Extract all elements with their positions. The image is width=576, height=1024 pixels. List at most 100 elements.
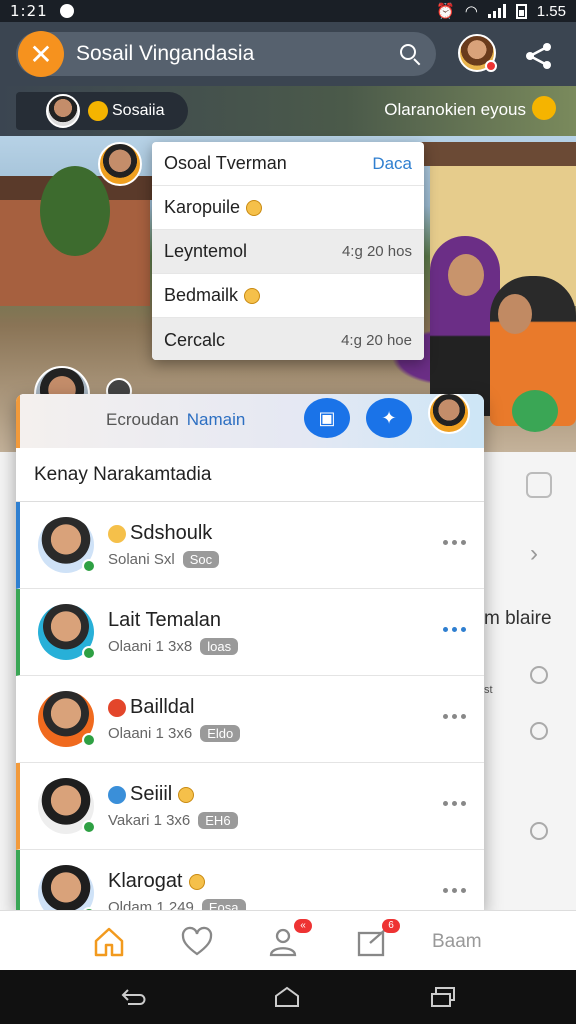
dropdown-item-label: Osoal Tverman (164, 153, 287, 173)
online-indicator (82, 733, 96, 747)
strip-right-text[interactable]: Olaranokien eyous (384, 100, 526, 120)
status-bar: 1:21 ⏰ ◠ 1.55 (0, 0, 576, 22)
status-clock-right: 1.55 (536, 2, 566, 20)
battery-icon (515, 3, 527, 19)
contact-row[interactable]: Lait Temalan Olaani 1 3x8 loas (16, 589, 484, 676)
contact-tag: Eldo (200, 725, 241, 742)
heart-icon[interactable] (180, 925, 214, 959)
edit-icon[interactable] (526, 472, 552, 498)
online-indicator (82, 646, 96, 660)
group-button[interactable]: ✦ (366, 398, 412, 438)
coin-icon (88, 101, 108, 121)
contact-detail: Oldam 1 249 (108, 899, 194, 910)
header-title: Sosail Vingandasia (76, 42, 255, 65)
contacts-icon[interactable]: « (268, 919, 312, 959)
contact-avatar (38, 517, 96, 573)
back-icon[interactable] (120, 986, 146, 1008)
share-icon[interactable] (524, 42, 554, 70)
contact-avatar (38, 691, 96, 747)
emoji-icon (246, 199, 263, 216)
contact-name: Bailldal (130, 696, 195, 718)
dropdown-item-label: Karopuile (164, 197, 241, 217)
emoji-icon (178, 786, 195, 803)
app-header: ✕ Sosail Vingandasia (0, 22, 576, 86)
nav-label[interactable]: Baam (432, 931, 482, 953)
background-page-left (0, 452, 16, 910)
emoji-icon (108, 524, 126, 543)
search-icon[interactable] (486, 472, 512, 498)
dropdown-item-meta[interactable]: Daca (372, 154, 412, 174)
alarm-icon: ⏰ (436, 3, 455, 20)
system-navigation (0, 970, 576, 1024)
home-icon[interactable] (92, 925, 126, 959)
emoji-icon (244, 287, 261, 304)
panel-header-link[interactable]: Namain (187, 410, 246, 429)
group-chip[interactable]: Sosaiia (16, 92, 188, 130)
contact-avatar (38, 865, 96, 910)
background-text: m blaire (484, 608, 552, 629)
lightbulb-icon[interactable] (532, 96, 556, 120)
panel-subheading: Kenay Narakamtadia (16, 448, 484, 502)
close-button[interactable]: ✕ (18, 31, 64, 77)
contact-row[interactable]: Seiiil Vakari 1 3x6 EH6 (16, 763, 484, 850)
message-button[interactable]: ▣ (304, 398, 350, 438)
status-time: 1:21 (10, 2, 48, 20)
chevron-right-icon[interactable]: › (530, 540, 538, 568)
online-indicator (82, 820, 96, 834)
info-icon[interactable] (530, 722, 548, 740)
search-icon[interactable] (398, 42, 422, 66)
contact-row[interactable]: Sdshoulk Solani Sxl Soc (16, 502, 484, 589)
dropdown-item-label: Bedmailk (164, 285, 239, 305)
more-options-icon[interactable] (443, 714, 466, 719)
chip-avatar (46, 94, 80, 128)
background-page: › m blaire st (484, 452, 576, 910)
search-bar[interactable]: ✕ Sosail Vingandasia (16, 31, 436, 77)
notification-icon (59, 4, 74, 18)
contact-tag: EH6 (198, 812, 238, 829)
dropdown-item[interactable]: Osoal Tverman Daca (152, 142, 424, 186)
profile-avatar[interactable] (458, 34, 497, 72)
contact-row[interactable]: Bailldal Olaani 1 3x6 Eldo (16, 676, 484, 763)
panel-header: Ecroudan Namain ▣ ✦ (16, 394, 484, 448)
recents-icon[interactable] (430, 986, 456, 1008)
contact-row[interactable]: Klarogat Oldam 1 249 Eosa (16, 850, 484, 910)
emoji-icon (108, 698, 126, 717)
contacts-panel: Ecroudan Namain ▣ ✦ Kenay Narakamtadia Sd… (16, 394, 484, 910)
notification-badge: 6 (382, 919, 400, 933)
more-options-icon[interactable] (443, 627, 466, 632)
chip-label: Sosaiia (112, 102, 165, 119)
contact-avatar (38, 604, 96, 660)
header-avatar[interactable] (428, 394, 470, 434)
emoji-icon (108, 785, 126, 804)
dropdown-item[interactable]: Cercalc 4:g 20 hoe (152, 318, 424, 360)
contact-detail: Olaani 1 3x6 (108, 725, 193, 742)
contact-tag: loas (200, 638, 239, 655)
inbox-icon[interactable]: 6 (356, 919, 400, 959)
contact-name: Sdshoulk (130, 522, 213, 544)
wifi-icon: ◠ (464, 3, 478, 20)
signal-icon (487, 4, 506, 18)
contact-detail: Vakari 1 3x6 (108, 812, 191, 829)
dropdown-item[interactable]: Leyntemol 4:g 20 hos (152, 230, 424, 274)
contact-tag: Soc (182, 551, 220, 568)
dropdown-item[interactable]: Bedmailk (152, 274, 424, 318)
contact-name: Klarogat (108, 870, 183, 892)
more-options-icon[interactable] (443, 888, 466, 893)
notification-dot (485, 60, 497, 72)
info-icon[interactable] (530, 666, 548, 684)
notification-badge: « (294, 919, 312, 933)
home-button-icon[interactable] (274, 986, 300, 1008)
contact-detail: Solani Sxl (108, 551, 175, 568)
dropdown-item[interactable]: Karopuile (152, 186, 424, 230)
contact-avatar (38, 778, 96, 834)
send-button[interactable] (512, 390, 558, 432)
contact-name: Lait Temalan (108, 609, 222, 631)
more-options-icon[interactable] (443, 540, 466, 545)
contact-tag: Eosa (201, 899, 246, 910)
online-indicator (82, 559, 96, 573)
info-icon[interactable] (530, 822, 548, 840)
background-small-text: st (484, 684, 493, 696)
dropdown-owner-avatar[interactable] (98, 142, 142, 186)
more-options-icon[interactable] (443, 801, 466, 806)
dropdown-item-meta: 4:g 20 hos (341, 243, 412, 260)
